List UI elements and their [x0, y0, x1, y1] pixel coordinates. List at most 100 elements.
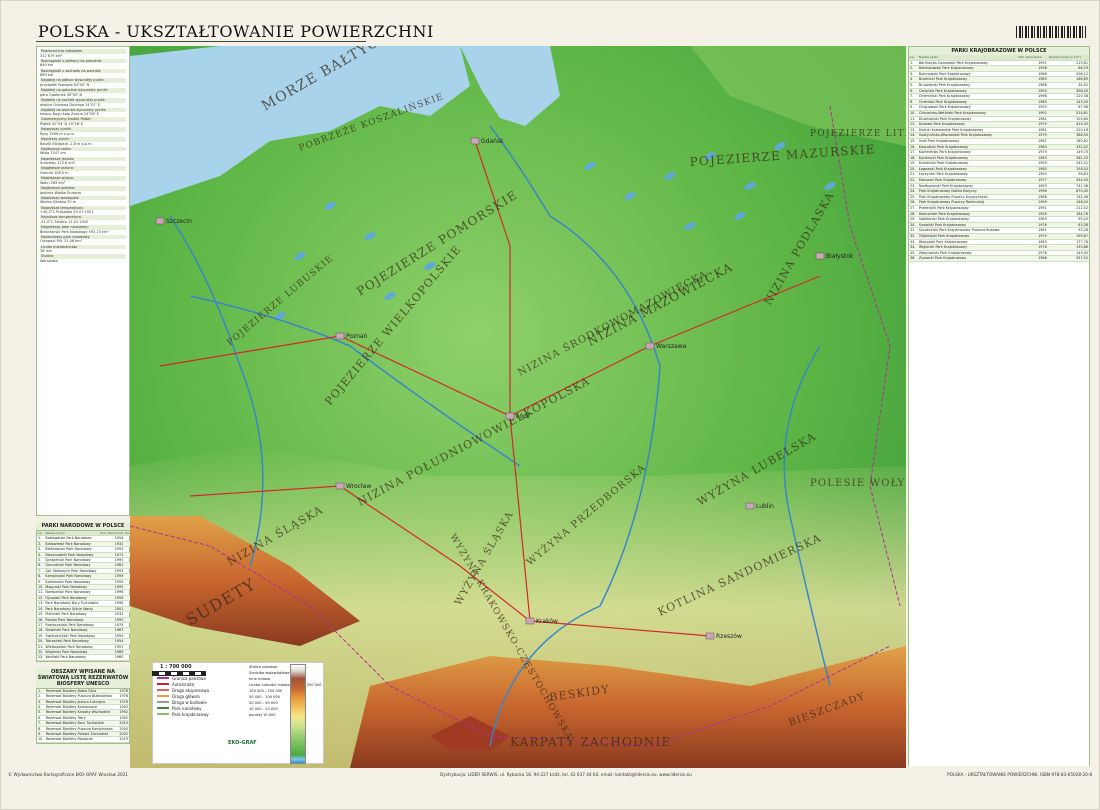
fact-item: Najdłuższa rzeka: Wisła 1047 km — [40, 146, 126, 156]
table-cell: 357,52 — [1047, 255, 1089, 262]
fact-value: Piątek 52°04' N 19°28' E — [40, 122, 84, 127]
table-cell: 19. — [37, 633, 45, 640]
table-cell: Żywiecki Park Krajobrazowy — [917, 255, 1018, 262]
table-cell: Park Narodowy Ujście Warty — [44, 606, 100, 613]
fact-value: Jaskinia Wielka Śnieżna — [40, 190, 81, 195]
table-cell: 15. — [37, 611, 45, 618]
city-label: Gdańsk — [481, 138, 504, 145]
table-cell: 14. — [37, 606, 45, 613]
legend-swatch — [157, 677, 169, 679]
table-cell: 21. — [37, 644, 45, 650]
legend-swatch — [157, 701, 169, 703]
table-cell: 13. — [37, 600, 45, 607]
city-marker[interactable]: Łódź — [505, 412, 530, 420]
legend-label: Droga ekspresowa — [172, 687, 210, 693]
table-cell: 2002 — [117, 731, 129, 738]
city-symbol — [335, 482, 345, 490]
fact-item: Liczba mieszkańców: 38 mln — [40, 244, 126, 254]
fact-item: Rozciągłość z północy na południe: 649 km — [40, 58, 126, 68]
city-label: Wrocław — [346, 483, 371, 490]
table-row: 10.Magurski Park Narodowy1995194,39 — [37, 584, 130, 591]
table-cell: 1976 — [117, 699, 129, 706]
fact-value: +40,2°C Prószków 29.07.1921 — [40, 210, 94, 215]
title-rule — [36, 41, 366, 42]
legend-swatch — [157, 683, 169, 685]
table-row: 22.Wigierski Park Narodowy1989149,86 — [37, 649, 130, 656]
table-row: 3.Biebrzański Park Narodowy1993592,23 — [37, 546, 130, 553]
city-label: Poznań — [346, 333, 368, 340]
table-cell: Woliński Park Narodowy — [44, 654, 100, 661]
table-row: 1.Babiogórski Park Narodowy195433,91 — [37, 535, 130, 542]
city-label: Łódź — [515, 413, 530, 420]
table-row: 7.Gór Stołowych Park Narodowy199363,40 — [37, 568, 130, 575]
table-cell: 2019 — [117, 736, 129, 743]
footer-distribution: Dystrybucja: LIDER SERWIS, ul. Rybacka 1… — [440, 772, 692, 777]
city-label: Warszawa — [656, 343, 687, 350]
table-row: 6.Gorczański Park Narodowy198170,31 — [37, 562, 130, 569]
city-marker[interactable]: Szczecin — [155, 217, 192, 225]
fact-value: -41,0°C Siedlce 11.01.1940 — [40, 219, 89, 224]
right-info-panel: PARKI KRAJOBRAZOWE W POLSCE Lp. Nazwa par… — [908, 46, 1090, 766]
fact-value: 312 679 km² — [40, 53, 63, 58]
left-info-panel: Powierzchnia całkowita: 312 679 km² Rozcią… — [36, 46, 130, 764]
table-row: 23.Woliński Park Narodowy1960109,37 — [37, 654, 130, 661]
fact-value: 689 km — [40, 73, 54, 78]
table-cell: Park Narodowy Bory Tucholskie — [44, 600, 100, 607]
table-cell: 10. — [37, 736, 45, 743]
table-row: 12.Ojcowski Park Narodowy195621,46 — [37, 595, 130, 602]
city-marker[interactable]: Warszawa — [645, 342, 687, 350]
relief-map[interactable]: MORZE BAŁTYCKIEPOJEZIERZE POMORSKIEPOJEZ… — [130, 46, 906, 768]
fact-value: 649 km — [40, 63, 54, 68]
city-label: Rzeszów — [716, 633, 742, 640]
table-row: 19.Świętokrzyski Park Narodowy195076,26 — [37, 633, 130, 640]
table-cell: 1992 — [117, 704, 129, 711]
legend-label: Granica państwa — [172, 675, 206, 681]
city-marker[interactable]: Poznań — [335, 332, 368, 340]
unesco-table: 1. Rezerwat Biosfery Babia Góra 1976 2. Reze… — [37, 688, 129, 743]
legend-label: Droga w budowie — [172, 699, 207, 705]
city-marker[interactable]: Lublin — [745, 502, 774, 510]
fact-item: Największy park narodowy: Biebrzański Par… — [40, 225, 126, 234]
table-cell: Rezerwat Biosfery Puszcza Kampinoska — [44, 726, 118, 733]
table-cell: Bieszczadzki Park Narodowy — [44, 552, 100, 559]
city-label: Kraków — [536, 618, 558, 625]
fact-value: Raczki Elbląskie -1,8 m p.p.m. — [40, 141, 93, 146]
city-marker[interactable]: Białystok — [815, 252, 854, 260]
table-cell: 1976 — [117, 693, 129, 700]
national-parks-title: PARKI NARODOWE W POLSCE — [36, 522, 130, 530]
fact-value: okolice Osinowa Dolnego 14°07' E — [40, 102, 100, 107]
fact-value: Hańcza 108,5 m — [40, 170, 69, 175]
city-marker[interactable]: Gdańsk — [470, 137, 504, 145]
legend-lines: Granica państwa Autostrada Droga ekspresow… — [157, 675, 247, 717]
table-cell: 16. — [37, 617, 45, 623]
fact-value: góra Opołonek 49°00' N — [40, 92, 83, 97]
city-marker[interactable]: Kraków — [525, 617, 558, 625]
table-cell: 1960 — [99, 654, 125, 661]
fact-item: Najwyższy punkt: Rysy 2499 m n.p.m. — [40, 127, 126, 136]
table-cell: 12. — [37, 595, 45, 602]
unesco-title: OBSZARY WPISANE NA ŚWIATOWĄ LISTĘ REZERW… — [36, 667, 130, 688]
city-marker[interactable]: Wrocław — [335, 482, 371, 490]
region-label: POJEZIERZE LITEWSKIE — [810, 129, 906, 139]
legend-label: Autostrada — [172, 681, 195, 687]
table-row: 18.Słowiński Park Narodowy1967327,44 — [37, 627, 130, 634]
fact-item: Geometryczny środek Polski: Piątek 52°04'… — [40, 117, 126, 126]
legend-swatch — [157, 713, 169, 715]
national-parks-table: Lp.Nazwa parkuRok utworzeniaPowierzchnia… — [37, 531, 130, 661]
legend-label: Park krajobrazowy — [172, 711, 209, 717]
table-row: 36. Żywiecki Park Krajobrazowy 1986 357,52 — [909, 255, 1089, 262]
fact-value: Warszawa — [40, 259, 58, 263]
fact-item: Najdalej na południe wysunięty punkt: gór… — [40, 88, 126, 97]
footer: © Wydawnictwo Kartograficzne EKO-GRAF Wr… — [0, 770, 1100, 782]
table-cell: 1992 — [117, 715, 129, 722]
barcode-icon — [1016, 26, 1086, 38]
footer-copyright: © Wydawnictwo Kartograficzne EKO-GRAF Wr… — [8, 772, 129, 777]
table-row: 5.Drawieński Park Narodowy1990114,41 — [37, 557, 130, 564]
fact-value: Rysy 2499 m n.p.m. — [40, 131, 76, 136]
city-marker[interactable]: Rzeszów — [705, 632, 742, 640]
table-cell: 36. — [909, 255, 918, 262]
legend-swatch — [157, 707, 169, 709]
table-cell: 10. — [37, 584, 45, 591]
fact-item: Stolica: Warszawa — [40, 254, 126, 263]
hypsometric-color-ramp — [290, 664, 306, 764]
